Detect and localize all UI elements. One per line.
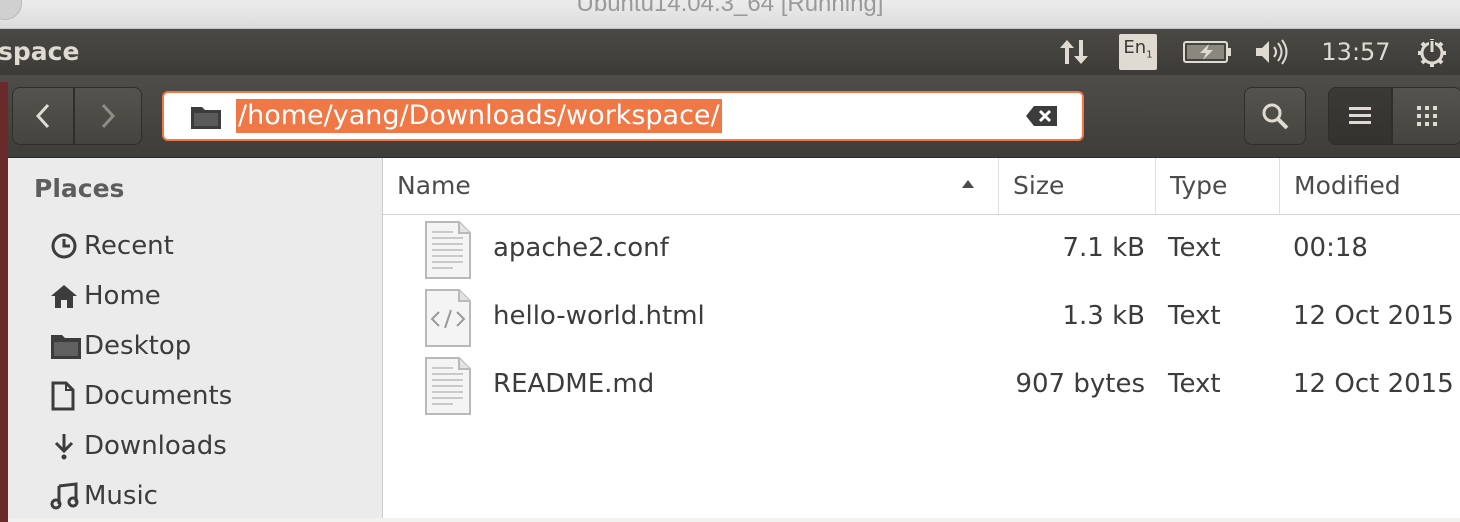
keyboard-layout-label: En: [1123, 37, 1147, 59]
power-gear-icon[interactable]: [1412, 29, 1452, 75]
sidebar-item-recent[interactable]: Recent: [50, 226, 174, 266]
clock-icon: [50, 229, 84, 263]
file-modified: 00:18: [1293, 233, 1368, 263]
file-manager-toolbar: /home/yang/Downloads/workspace/: [0, 75, 1460, 158]
file-name: README.md: [493, 369, 655, 399]
places-sidebar: Places Recent Home Desktop Documents Dow…: [8, 158, 383, 518]
sidebar-item-label: Music: [84, 481, 158, 511]
column-header-type[interactable]: Type: [1156, 158, 1280, 214]
volume-icon[interactable]: [1250, 29, 1296, 75]
location-path-text[interactable]: /home/yang/Downloads/workspace/: [236, 99, 722, 133]
sidebar-item-label: Desktop: [84, 331, 192, 361]
location-entry[interactable]: /home/yang/Downloads/workspace/: [162, 91, 1084, 141]
chevron-right-icon: [101, 103, 116, 129]
sidebar-item-desktop[interactable]: Desktop: [50, 326, 191, 366]
sidebar-item-music[interactable]: Music: [50, 476, 158, 516]
column-header-label: Modified: [1294, 171, 1401, 200]
sidebar-item-label: Downloads: [84, 431, 227, 461]
column-header-size[interactable]: Size: [999, 158, 1156, 214]
vm-window-titlebar: Ubuntu14.04.3_64 [Running]: [0, 0, 1460, 29]
file-name: apache2.conf: [493, 233, 669, 263]
music-icon: [50, 479, 84, 513]
sidebar-item-label: Home: [84, 281, 161, 311]
file-list-view: Name Size Type Modified apache2.conf 7.1…: [383, 158, 1460, 518]
battery-charging-icon[interactable]: [1180, 29, 1236, 75]
sidebar-item-home[interactable]: Home: [50, 276, 161, 316]
file-size: 7.1 kB: [1062, 233, 1145, 263]
file-modified: 12 Oct 2015: [1293, 369, 1454, 399]
home-icon: [50, 279, 84, 313]
file-modified: 12 Oct 2015: [1293, 301, 1454, 331]
html-file-icon: [423, 288, 473, 352]
sort-ascending-icon: [962, 180, 974, 188]
text-file-icon: [423, 220, 473, 284]
file-row[interactable]: apache2.conf 7.1 kB Text 00:18: [383, 214, 1460, 282]
keyboard-layout-index: 1: [1146, 49, 1153, 61]
search-button[interactable]: [1244, 87, 1306, 145]
panel-app-title: space: [0, 37, 80, 66]
window-left-edge: [0, 82, 8, 522]
column-header-name[interactable]: Name: [383, 158, 999, 214]
file-type: Text: [1168, 369, 1221, 399]
file-name: hello-world.html: [493, 301, 705, 331]
folder-icon: [191, 107, 221, 129]
panel-clock[interactable]: 13:57: [1310, 29, 1402, 75]
chevron-left-icon: [35, 103, 50, 129]
forward-button[interactable]: [74, 87, 142, 145]
column-header-row: Name Size Type Modified: [383, 158, 1460, 215]
keyboard-layout-indicator[interactable]: En1: [1116, 29, 1160, 75]
column-header-label: Name: [397, 171, 471, 200]
ubuntu-top-panel: space En1 13:57: [0, 29, 1460, 75]
file-row[interactable]: README.md 907 bytes Text 12 Oct 2015: [383, 350, 1460, 418]
column-header-label: Size: [1013, 171, 1065, 200]
vm-window-title: Ubuntu14.04.3_64 [Running]: [576, 0, 884, 17]
file-size: 1.3 kB: [1062, 301, 1145, 331]
sidebar-item-label: Documents: [84, 381, 233, 411]
search-icon: [1262, 103, 1289, 130]
folder-icon: [50, 329, 84, 363]
file-type: Text: [1168, 233, 1221, 263]
sidebar-item-documents[interactable]: Documents: [50, 376, 232, 416]
sidebar-item-downloads[interactable]: Downloads: [50, 426, 227, 466]
column-header-label: Type: [1170, 171, 1228, 200]
clear-location-button[interactable]: [1024, 103, 1060, 129]
list-view-icon: [1349, 107, 1371, 124]
list-view-button[interactable]: [1328, 87, 1392, 145]
download-icon: [50, 429, 84, 463]
backspace-clear-icon: [1026, 106, 1057, 126]
document-icon: [50, 379, 84, 413]
grid-view-icon: [1417, 106, 1437, 126]
sidebar-item-label: Recent: [84, 231, 174, 261]
column-header-modified[interactable]: Modified: [1280, 158, 1460, 214]
back-button[interactable]: [12, 87, 74, 145]
network-updown-icon[interactable]: [1052, 29, 1096, 75]
file-row[interactable]: hello-world.html 1.3 kB Text 12 Oct 2015: [383, 282, 1460, 350]
grid-view-button[interactable]: [1392, 87, 1460, 145]
file-type: Text: [1168, 301, 1221, 331]
text-file-icon: [423, 356, 473, 420]
file-size: 907 bytes: [1015, 369, 1145, 399]
places-heading: Places: [34, 174, 125, 203]
